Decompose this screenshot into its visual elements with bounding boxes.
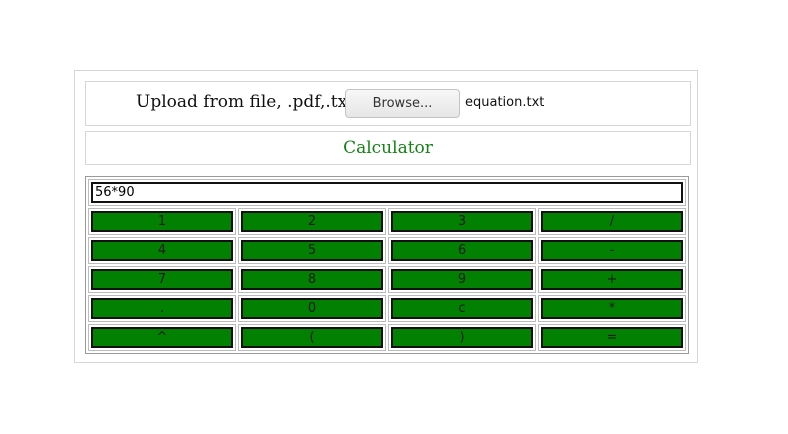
key-cell: / [538, 208, 686, 235]
key-cell: 7 [88, 266, 236, 293]
browse-button[interactable]: Browse... [345, 89, 460, 118]
key-digit-3-button[interactable]: 3 [391, 211, 533, 232]
key-clear-button[interactable]: c [391, 298, 533, 319]
calculator-title-row: Calculator [85, 131, 691, 165]
key-cell: 1 [88, 208, 236, 235]
key-divide-button[interactable]: / [541, 211, 683, 232]
key-digit-8-button[interactable]: 8 [241, 269, 383, 290]
key-decimal-button[interactable]: . [91, 298, 233, 319]
key-cell: 0 [238, 295, 386, 322]
key-cell: 3 [388, 208, 536, 235]
key-cell: 9 [388, 266, 536, 293]
calculator-display-input[interactable]: 56*90 [91, 182, 683, 203]
calculator-title: Calculator [343, 138, 433, 158]
key-digit-5-button[interactable]: 5 [241, 240, 383, 261]
selected-file-name: equation.txt [465, 95, 545, 110]
key-subtract-button[interactable]: - [541, 240, 683, 261]
key-cell: . [88, 295, 236, 322]
key-power-button[interactable]: ^ [91, 327, 233, 348]
key-digit-9-button[interactable]: 9 [391, 269, 533, 290]
key-cell: 6 [388, 237, 536, 264]
key-cell: * [538, 295, 686, 322]
key-multiply-button[interactable]: * [541, 298, 683, 319]
key-cell: ) [388, 324, 536, 351]
key-cell: 5 [238, 237, 386, 264]
key-equals-button[interactable]: = [541, 327, 683, 348]
key-digit-1-button[interactable]: 1 [91, 211, 233, 232]
key-digit-7-button[interactable]: 7 [91, 269, 233, 290]
key-digit-2-button[interactable]: 2 [241, 211, 383, 232]
key-digit-6-button[interactable]: 6 [391, 240, 533, 261]
key-digit-0-button[interactable]: 0 [241, 298, 383, 319]
key-cell: = [538, 324, 686, 351]
key-cell: 4 [88, 237, 236, 264]
key-cell: 2 [238, 208, 386, 235]
upload-label: Upload from file, .pdf,.txt [136, 92, 355, 112]
key-cell: + [538, 266, 686, 293]
key-add-button[interactable]: + [541, 269, 683, 290]
key-close-paren-button[interactable]: ) [391, 327, 533, 348]
key-cell: 8 [238, 266, 386, 293]
key-cell: c [388, 295, 536, 322]
upload-row: Upload from file, .pdf,.txt Browse... eq… [85, 81, 691, 126]
key-cell: ( [238, 324, 386, 351]
key-open-paren-button[interactable]: ( [241, 327, 383, 348]
key-cell: ^ [88, 324, 236, 351]
key-cell: - [538, 237, 686, 264]
calculator-table: 56*90 1 2 3 / 4 5 6- 7 8 9 +. 0 c * ^ () = [85, 176, 689, 354]
key-digit-4-button[interactable]: 4 [91, 240, 233, 261]
display-cell: 56*90 [88, 179, 686, 206]
